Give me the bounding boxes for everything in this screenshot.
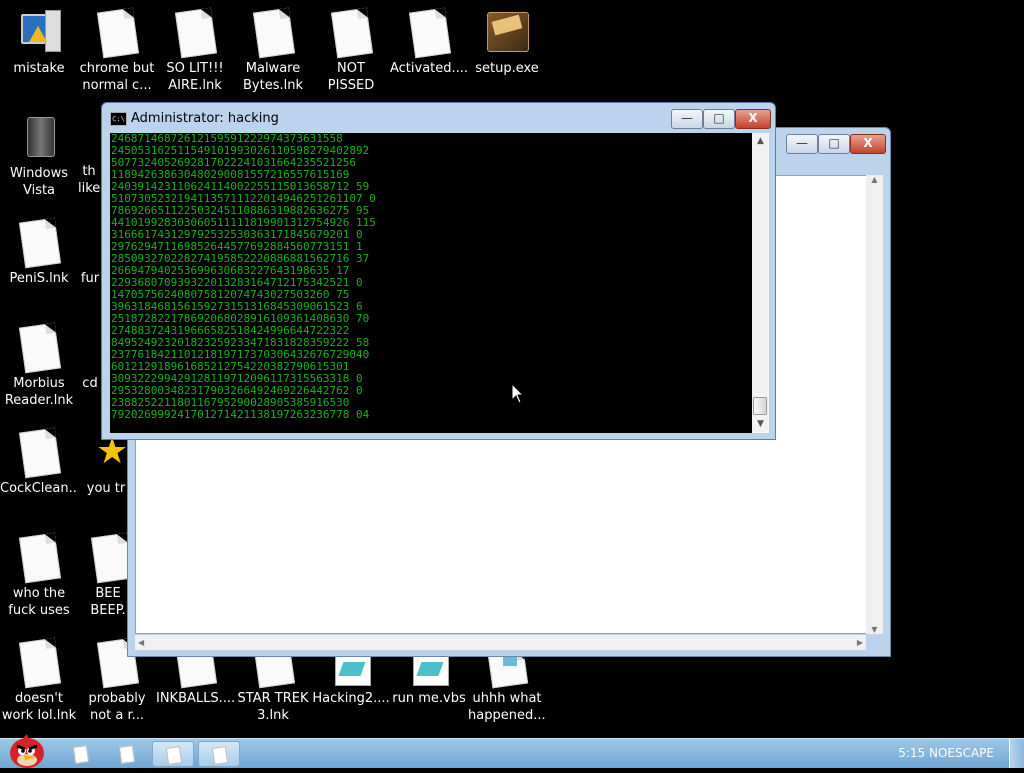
desktop-icon-morbius[interactable]: Morbius Reader.lnk: [0, 322, 78, 409]
computer-warning-icon: [15, 8, 63, 56]
desktop-icon-label: you tr: [86, 481, 126, 496]
recycle-bin-icon: [15, 113, 63, 161]
shortcut-doc-icon: [249, 7, 297, 59]
desktop-icon-setup[interactable]: setup.exe: [468, 8, 546, 77]
taskbar-item[interactable]: [60, 741, 102, 767]
taskbar: 5:15 NOESCAPE: [0, 734, 1024, 768]
shortcut-doc-icon: [15, 322, 63, 374]
desktop-icon-label: setup.exe: [475, 61, 539, 76]
show-desktop-button[interactable]: [1009, 739, 1024, 768]
taskbar-item[interactable]: [106, 741, 148, 767]
desktop-icon-activated[interactable]: Activated....: [390, 7, 468, 77]
maximize-button[interactable]: □: [818, 134, 850, 154]
taskbar-item-active[interactable]: [152, 741, 194, 767]
mouse-cursor-icon: [511, 383, 525, 404]
vertical-scrollbar[interactable]: ▲ ▼: [866, 175, 883, 634]
taskbar-item-active[interactable]: [198, 741, 240, 767]
shortcut-doc-icon: [88, 532, 134, 584]
desktop-icon-label: SO LIT!!! AIRE.lnk: [166, 61, 224, 93]
desktop-icon-label: cd: [82, 376, 98, 391]
desktop-icon-label: probably not a r...: [88, 691, 146, 723]
scroll-up-icon[interactable]: ▲: [752, 133, 769, 150]
desktop-icon-whothe[interactable]: who the fuck uses this.lnk: [0, 532, 78, 619]
minimize-button[interactable]: —: [671, 109, 703, 129]
desktop-icon-label: doesn't work lol.lnk: [1, 691, 77, 723]
desktop-icon-label: Windows Vista: [9, 166, 69, 198]
scroll-down-icon[interactable]: ▼: [752, 416, 769, 433]
desktop-icon-label: Morbius Reader.lnk: [4, 376, 74, 408]
installer-icon: [483, 8, 531, 56]
shortcut-doc-icon: [15, 637, 63, 689]
cmd-icon: C:\: [110, 112, 127, 126]
title-bar[interactable]: C:\ Administrator: hacking — □ X: [102, 103, 775, 133]
desktop-icon-label: NOT PISSED BIRD GAM...: [327, 61, 375, 93]
desktop-icon-label: th like: [78, 164, 100, 196]
console-output[interactable]: 24687146872612159591222974373631558 2450…: [110, 133, 752, 433]
document-icon: [72, 745, 90, 764]
console-text: 24687146872612159591222974373631558 2450…: [111, 133, 376, 421]
desktop-icon-label: fur: [80, 271, 100, 286]
desktop-icon-beep[interactable]: BEE BEEP.: [88, 532, 134, 619]
desktop-icon-cd[interactable]: cd: [78, 323, 102, 392]
shortcut-doc-icon: [15, 532, 63, 584]
desktop-icon-label: Hacking2....: [312, 691, 390, 706]
desktop-icon-label: PeniS.lnk: [9, 271, 69, 286]
scroll-right-icon[interactable]: ▶: [857, 635, 863, 650]
desktop-icon-vista[interactable]: Windows Vista: [0, 113, 78, 199]
desktop-icon-chrome[interactable]: chrome but normal c...: [78, 7, 156, 94]
shortcut-doc-icon: [405, 7, 453, 59]
desktop-icon-penis[interactable]: PeniS.lnk: [0, 217, 78, 287]
shortcut-doc-icon: [171, 7, 219, 59]
shortcut-doc-icon: [93, 7, 141, 59]
shortcut-doc-icon: [15, 217, 63, 269]
document-icon: [165, 746, 183, 765]
desktop-icon-solit[interactable]: SO LIT!!! AIRE.lnk: [156, 7, 234, 94]
document-icon: [211, 746, 229, 765]
desktop-icon-notpissed[interactable]: NOT PISSED BIRD GAM...: [312, 7, 390, 94]
desktop-icon-th[interactable]: th like: [78, 113, 100, 197]
shortcut-doc-icon: [15, 427, 63, 479]
desktop-icon-cockclean[interactable]: CockClean...: [0, 427, 78, 497]
desktop-icon-label: who the fuck uses this.lnk: [8, 586, 70, 618]
desktop-icon-label: mistake: [13, 61, 65, 76]
desktop-icon-label: uhhh what happened....: [468, 691, 546, 723]
desktop-icon-label: INKBALLS....: [156, 691, 234, 706]
desktop-icon-mistake[interactable]: mistake: [0, 8, 78, 77]
desktop-icon-label: Activated....: [390, 61, 468, 76]
window-title: Administrator: hacking: [131, 111, 279, 126]
close-button[interactable]: X: [735, 109, 771, 129]
desktop-icon-doesnt[interactable]: doesn't work lol.lnk: [0, 637, 78, 724]
desktop-icon-label: BEE BEEP.: [90, 586, 126, 618]
scroll-up-icon[interactable]: ▲: [866, 175, 883, 184]
document-icon: [118, 745, 136, 764]
desktop-icon-label: Malware Bytes.lnk: [243, 61, 303, 93]
angry-bird-icon: [10, 734, 44, 768]
scroll-down-icon[interactable]: ▼: [866, 625, 883, 634]
desktop-icon-label: chrome but normal c...: [79, 61, 155, 93]
desktop-icon-fur[interactable]: fur: [78, 218, 102, 287]
desktop-icon-malware[interactable]: Malware Bytes.lnk: [234, 7, 312, 94]
shortcut-doc-icon: [327, 7, 375, 59]
console-scrollbar[interactable]: ▲ ▼: [752, 133, 769, 433]
close-button[interactable]: X: [850, 134, 886, 154]
desktop-icon-label: STAR TREK 3.lnk: [237, 691, 309, 723]
desktop-icon-label: CockClean...: [0, 481, 78, 496]
horizontal-scrollbar[interactable]: ◀ ▶: [135, 635, 866, 650]
cmd-window[interactable]: C:\ Administrator: hacking — □ X 2468714…: [101, 102, 776, 440]
scroll-left-icon[interactable]: ◀: [138, 635, 144, 650]
start-button[interactable]: [3, 733, 49, 769]
desktop-icon-label: run me.vbs: [392, 691, 466, 706]
taskbar-clock[interactable]: 5:15 NOESCAPE: [898, 746, 994, 760]
maximize-button[interactable]: □: [703, 109, 735, 129]
scroll-thumb[interactable]: [753, 397, 767, 415]
minimize-button[interactable]: —: [786, 134, 818, 154]
